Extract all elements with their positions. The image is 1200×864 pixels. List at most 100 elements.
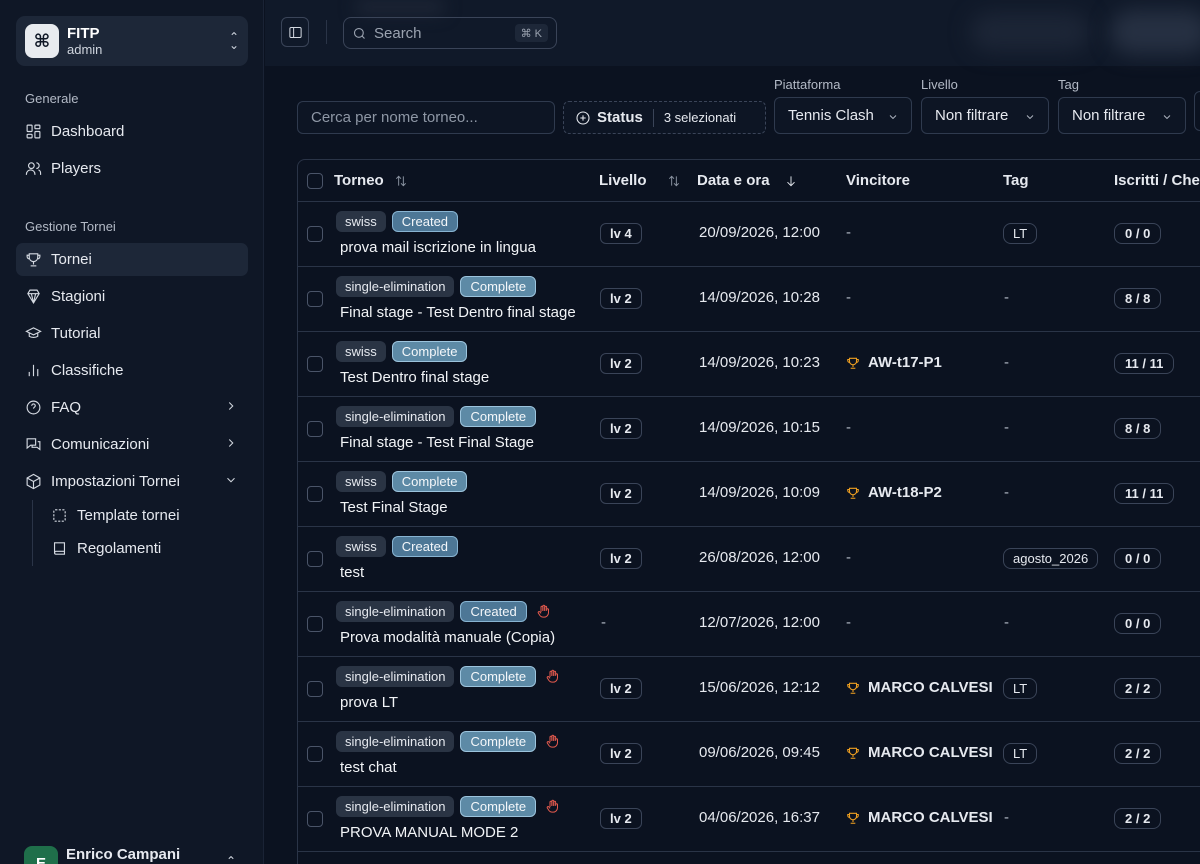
column-header-iscritti[interactable]: Iscritti / Check-in (1114, 172, 1200, 189)
row-checkbox[interactable] (307, 551, 323, 567)
level-select[interactable]: Non filtrare (921, 97, 1049, 134)
column-label: Vincitore (846, 172, 910, 189)
winner-empty: - (846, 224, 851, 241)
sidebar-item-stagioni[interactable]: Stagioni (16, 280, 248, 313)
sidebar-subitem-template-tornei[interactable]: Template tornei (42, 500, 180, 530)
winner: MARCO CALVESI (846, 744, 993, 761)
section-label-management: Gestione Tornei (25, 219, 116, 234)
registrations-badge: 2 / 2 (1114, 808, 1162, 829)
level-badge: lv 2 (600, 288, 642, 309)
tournament-name[interactable]: Prova modalità manuale (Copia) (340, 629, 555, 646)
winner-empty: - (846, 419, 851, 436)
select-all-checkbox[interactable] (307, 173, 323, 189)
tournament-date: 14/09/2026, 10:23 (699, 354, 820, 371)
tournament-name-filter[interactable]: Cerca per nome torneo... (297, 101, 555, 134)
winner-empty: - (846, 614, 851, 631)
sidebar-item-faq[interactable]: FAQ (16, 391, 248, 424)
tournament-name[interactable]: prova mail iscrizione in lingua (340, 239, 536, 256)
row-checkbox[interactable] (307, 356, 323, 372)
column-label: Tag (1003, 172, 1029, 189)
row-checkbox[interactable] (307, 226, 323, 242)
column-header-data[interactable]: Data e ora (697, 172, 798, 189)
tournament-name[interactable]: PROVA MANUAL MODE 2 (340, 824, 518, 841)
search-input[interactable]: Search ⌘ K (343, 17, 557, 49)
tournament-name[interactable]: test (340, 564, 364, 581)
sidebar-subitem-regolamenti[interactable]: Regolamenti (42, 533, 161, 563)
row-checkbox[interactable] (307, 811, 323, 827)
tournament-name-placeholder: Cerca per nome torneo... (311, 109, 478, 126)
more-filters-button[interactable] (1194, 91, 1200, 131)
tournament-name[interactable]: Test Dentro final stage (340, 369, 489, 386)
column-header-tag[interactable]: Tag (1003, 172, 1029, 189)
table-row[interactable]: single-elimination Complete Final stage - … (298, 397, 1200, 462)
sidebar-item-impostazioni-tornei[interactable]: Impostazioni Tornei (16, 465, 248, 498)
level-filter-label: Livello (921, 77, 958, 92)
status-filter-button[interactable]: Status 3 selezionati (563, 101, 766, 134)
table-row[interactable]: single-elimination Complete prova LT lv 2 15… (298, 657, 1200, 722)
table-row[interactable]: swiss Complete Test Dentro final stage lv 2… (298, 332, 1200, 397)
divider (652, 108, 654, 127)
row-checkbox[interactable] (307, 681, 323, 697)
graduation-cap-icon (24, 325, 42, 343)
tag-select[interactable]: Non filtrare (1058, 97, 1186, 134)
sidebar-subitem-label: Template tornei (77, 506, 180, 524)
column-header-vincitore[interactable]: Vincitore (846, 172, 910, 189)
level-select-value: Non filtrare (935, 107, 1009, 124)
table-row[interactable]: single-elimination Created Prova modalità … (298, 592, 1200, 657)
tournament-type-badge: single-elimination (336, 666, 455, 687)
level-badge: lv 2 (600, 483, 642, 504)
sidebar-item-tornei[interactable]: Tornei (16, 243, 248, 276)
sidebar-item-comunicazioni[interactable]: Comunicazioni (16, 428, 248, 461)
row-checkbox[interactable] (307, 746, 323, 762)
tournament-date: 14/09/2026, 10:28 (699, 289, 820, 306)
level-badge: lv 2 (600, 418, 642, 439)
column-header-torneo[interactable]: Torneo (334, 172, 408, 189)
level-badge: lv 2 (600, 353, 642, 374)
team-switcher[interactable]: ⌘ FITP admin ⌃ ⌄ (16, 16, 248, 66)
sidebar-item-label: Classifiche (51, 362, 124, 379)
sidebar-item-classifiche[interactable]: Classifiche (16, 354, 248, 387)
row-checkbox[interactable] (307, 421, 323, 437)
user-menu[interactable]: E Enrico Campani ⌃ (24, 840, 244, 864)
status-badge: Complete (460, 276, 537, 297)
level-badge: lv 4 (600, 223, 642, 244)
sidebar-item-tutorial[interactable]: Tutorial (16, 317, 248, 350)
table-row[interactable]: swiss Created test lv 2 26/08/2026, 12:00 - ag… (298, 527, 1200, 592)
row-checkbox[interactable] (307, 486, 323, 502)
sidebar-toggle-button[interactable] (281, 17, 309, 47)
blurred-region (970, 12, 1090, 52)
column-header-livello[interactable]: Livello (599, 172, 681, 189)
status-badge: Complete (460, 796, 537, 817)
tag-empty: - (1004, 614, 1009, 631)
platform-select[interactable]: Tennis Clash (774, 97, 912, 134)
registrations-badge: 2 / 2 (1114, 743, 1162, 764)
tournament-name[interactable]: prova LT (340, 694, 398, 711)
tournament-name[interactable]: test chat (340, 759, 397, 776)
hand-icon (545, 669, 560, 684)
table-row[interactable]: single-elimination Complete Final stage - … (298, 267, 1200, 332)
tournament-name[interactable]: Final stage - Test Dentro final stage (340, 304, 576, 321)
tournament-name[interactable]: Test Final Stage (340, 499, 448, 516)
row-checkbox[interactable] (307, 616, 323, 632)
sort-icon (668, 175, 679, 186)
winner-empty: - (846, 289, 851, 306)
winner-name: AW-t17-P1 (868, 354, 942, 371)
column-label: Torneo (334, 172, 384, 189)
table-row[interactable]: single-elimination Complete PROVA MANUAL M… (298, 787, 1200, 852)
level-badge: lv 2 (600, 808, 642, 829)
tag-empty: - (1004, 419, 1009, 436)
sidebar-item-dashboard[interactable]: Dashboard (16, 115, 248, 148)
winner-name: MARCO CALVESI (868, 744, 993, 761)
registrations-badge: 8 / 8 (1114, 288, 1162, 309)
winner-empty: - (846, 549, 851, 566)
row-checkbox[interactable] (307, 291, 323, 307)
sidebar-item-players[interactable]: Players (16, 152, 248, 185)
hand-icon (545, 799, 560, 814)
status-badge: Created (391, 211, 459, 232)
table-row[interactable]: swiss Created prova mail iscrizione in lin… (298, 202, 1200, 267)
table-row[interactable]: swiss Complete Test Final Stage lv 2 14/09/2… (298, 462, 1200, 527)
award-icon (24, 288, 42, 306)
tournament-name[interactable]: Final stage - Test Final Stage (340, 434, 534, 451)
tag-badge: LT (1003, 743, 1038, 764)
table-row[interactable]: single-elimination Complete test chat lv 2 0… (298, 722, 1200, 787)
